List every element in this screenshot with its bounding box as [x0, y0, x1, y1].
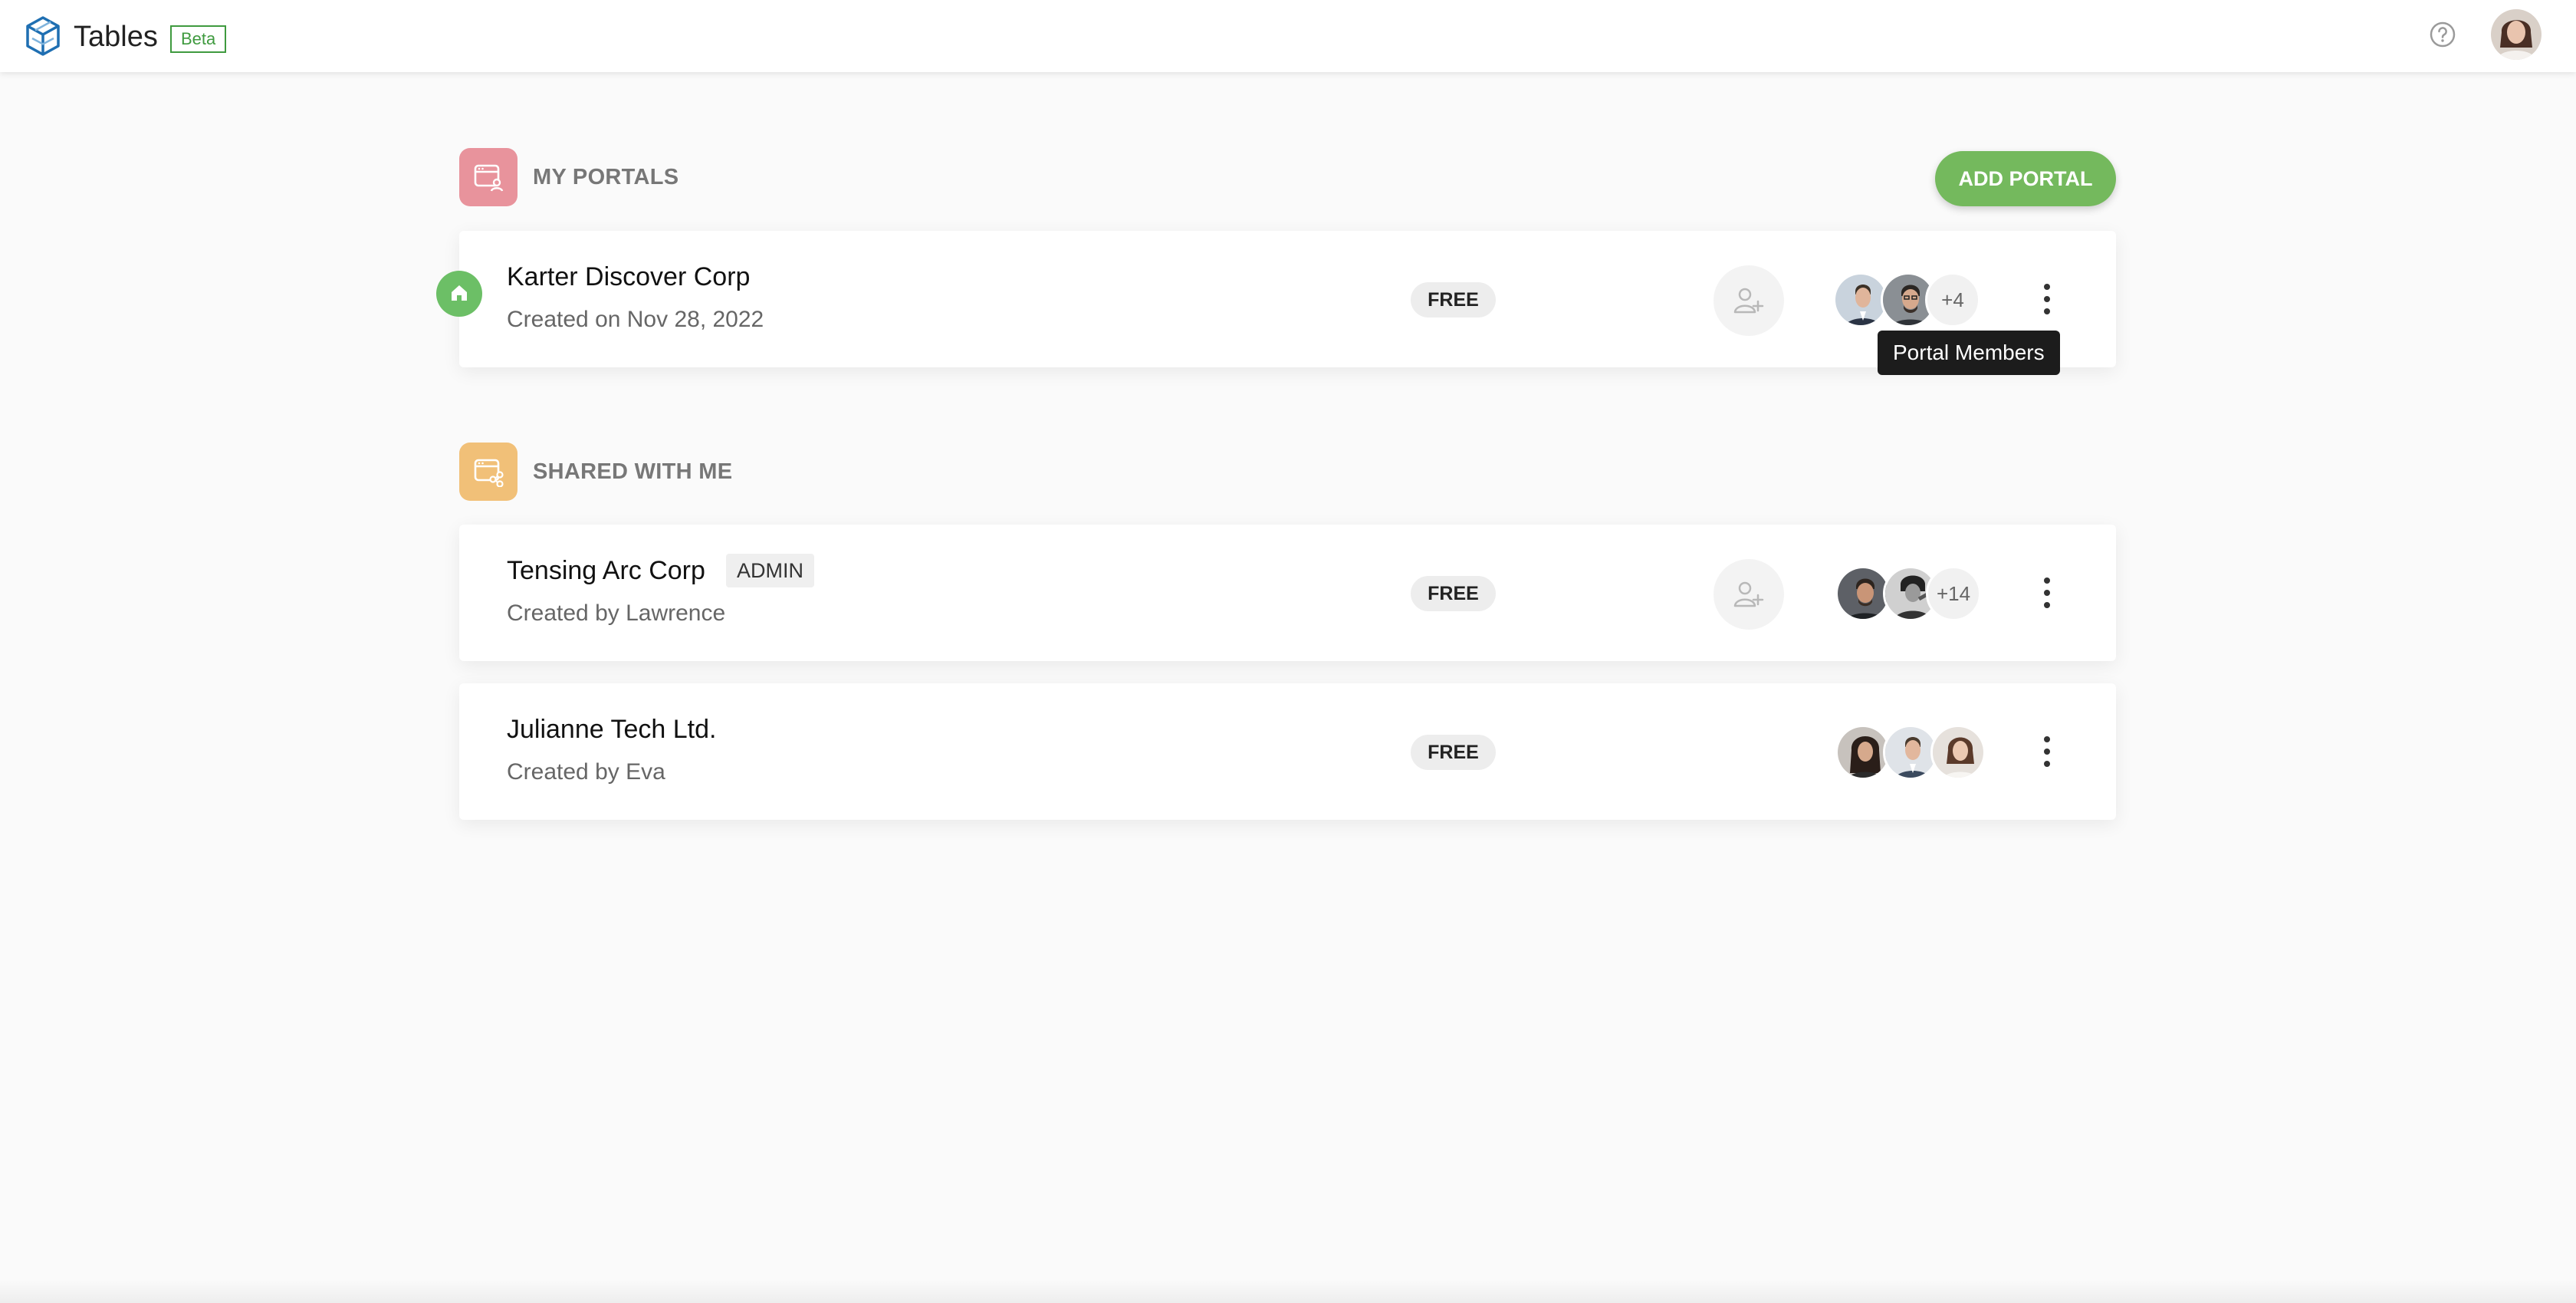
portal-members[interactable] [1835, 717, 1996, 788]
add-user-icon [1733, 581, 1764, 607]
add-user-icon [1733, 288, 1764, 314]
portal-members[interactable]: +14 [1835, 558, 1996, 629]
portal-card[interactable]: Karter Discover Corp Created on Nov 28, … [436, 231, 2116, 367]
plan-badge: FREE [1411, 735, 1496, 770]
portal-name[interactable]: Karter Discover Corp [507, 260, 750, 294]
portal-card[interactable]: Tensing Arc Corp ADMIN Created by Lawren… [459, 525, 2116, 661]
shared-with-me-title: SHARED WITH ME [533, 459, 733, 484]
add-portal-button[interactable]: ADD PORTAL [1935, 151, 2116, 206]
tables-logo-icon[interactable] [25, 15, 61, 57]
portal-subtitle: Created by Lawrence [507, 600, 726, 626]
app-title: Tables [74, 21, 158, 53]
beta-badge: Beta [170, 25, 227, 53]
invite-member-button[interactable] [1714, 559, 1784, 630]
my-portals-title: MY PORTALS [533, 165, 679, 189]
portal-members[interactable]: +4 [1833, 265, 1994, 335]
shared-with-me-icon [459, 443, 518, 501]
invite-member-button[interactable] [1714, 265, 1784, 336]
home-icon [436, 271, 482, 317]
my-portals-icon [459, 148, 518, 206]
more-members-count[interactable]: +14 [1926, 566, 1981, 621]
tooltip-portal-members: Portal Members [1878, 331, 2060, 375]
more-options-icon[interactable] [2029, 280, 2065, 318]
portal-name[interactable]: Julianne Tech Ltd. [507, 712, 716, 746]
more-members-count[interactable]: +4 [1925, 272, 1980, 327]
more-options-icon[interactable] [2029, 574, 2065, 612]
role-badge: ADMIN [726, 554, 814, 587]
bottom-edge-shadow [0, 1280, 2576, 1303]
top-bar: Tables Beta [0, 0, 2576, 72]
portal-card[interactable]: Julianne Tech Ltd. Created by Eva FREE [459, 683, 2116, 820]
help-icon[interactable] [2429, 21, 2456, 48]
plan-badge: FREE [1411, 576, 1496, 611]
more-options-icon[interactable] [2029, 732, 2065, 771]
portal-name[interactable]: Tensing Arc Corp [507, 554, 705, 587]
user-avatar[interactable] [2491, 9, 2542, 60]
portal-subtitle: Created by Eva [507, 759, 665, 785]
portal-subtitle: Created on Nov 28, 2022 [507, 307, 764, 332]
member-avatar [1930, 725, 1986, 780]
plan-badge: FREE [1411, 282, 1496, 318]
